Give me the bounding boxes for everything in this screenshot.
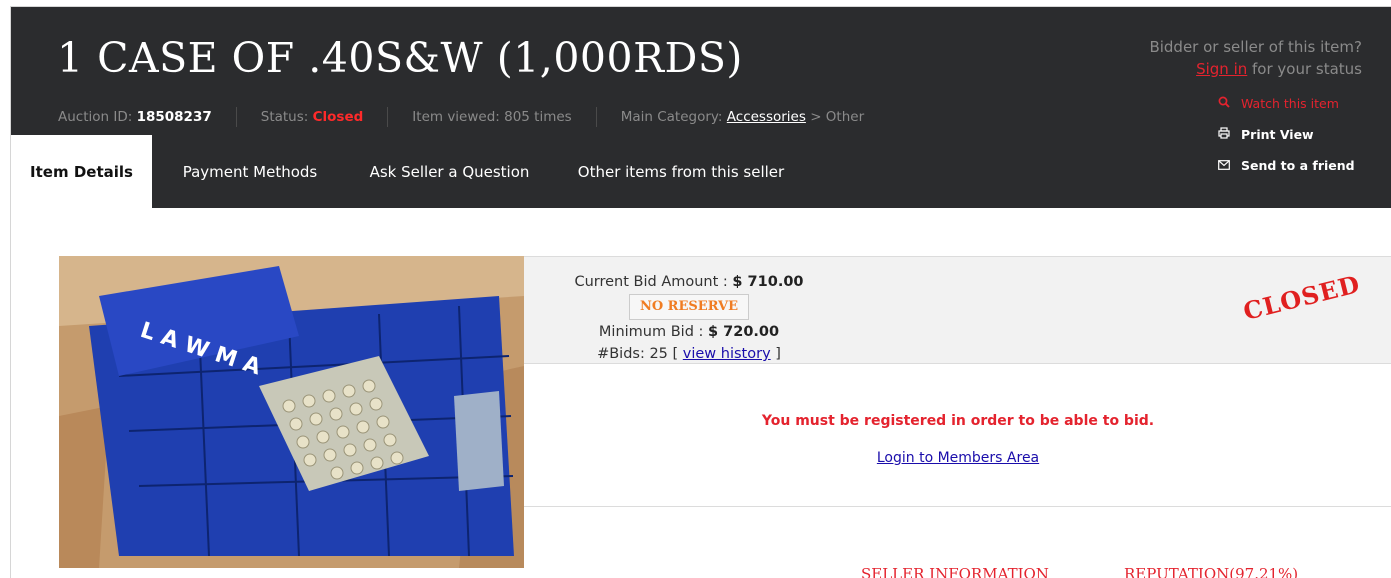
- category-link-accessories[interactable]: Accessories: [727, 109, 806, 125]
- item-tabs: Item Details Payment Methods Ask Seller …: [11, 135, 811, 208]
- send-to-friend-button[interactable]: Send to a friend: [1217, 155, 1355, 175]
- watch-item-button[interactable]: Watch this item: [1217, 93, 1355, 113]
- bid-count: #Bids: 25 [: [597, 346, 679, 362]
- sign-in-link[interactable]: Sign in: [1196, 60, 1247, 78]
- ammo-box-image: L A W M A: [59, 256, 524, 568]
- seller-information-heading: SELLER INFORMATION: [861, 565, 1049, 578]
- minimum-bid-label: Minimum Bid :: [598, 324, 704, 340]
- minimum-bid-value: $ 720.00: [708, 324, 780, 340]
- bid-summary-panel: Current Bid Amount : $ 710.00 NO RESERVE…: [524, 256, 1391, 364]
- send-to-friend-label: Send to a friend: [1241, 157, 1355, 173]
- status-badge: Closed: [312, 109, 364, 125]
- item-meta-bar: Auction ID: 18508237 Status: Closed Item…: [58, 107, 864, 127]
- registration-notice-panel: You must be registered in order to be ab…: [524, 363, 1391, 507]
- view-history-link[interactable]: view history: [683, 346, 771, 362]
- view-count: Item viewed: 805 times: [412, 109, 572, 125]
- status-prompt-text: Bidder or seller of this item?: [1149, 38, 1362, 56]
- reputation-heading: REPUTATION(97.21%): [1124, 565, 1299, 578]
- bid-summary: Current Bid Amount : $ 710.00 NO RESERVE…: [564, 271, 814, 365]
- search-icon: [1217, 96, 1231, 111]
- sign-in-rest: for your status: [1247, 60, 1362, 78]
- page-title: 1 CASE OF .40S&W (1,000RDS): [57, 34, 743, 82]
- login-row: Login to Members Area: [524, 450, 1391, 466]
- tab-item-details[interactable]: Item Details: [11, 135, 152, 208]
- registration-required-message: You must be registered in order to be ab…: [761, 413, 1155, 429]
- bid-count-close: ]: [775, 346, 781, 362]
- watch-item-label: Watch this item: [1241, 95, 1339, 111]
- divider: [235, 107, 237, 127]
- tab-payment-methods[interactable]: Payment Methods: [156, 135, 344, 208]
- divider: [387, 107, 389, 127]
- envelope-icon: [1217, 158, 1231, 173]
- printer-icon: [1217, 126, 1231, 142]
- seller-info-row: SELLER INFORMATION REPUTATION(97.21%): [524, 565, 1391, 578]
- item-actions: Watch this item Print View Send to a fri…: [1217, 93, 1355, 186]
- status-prompt-box: Bidder or seller of this item? Sign in f…: [1149, 36, 1362, 80]
- divider: [595, 107, 597, 127]
- item-photo[interactable]: L A W M A: [59, 256, 524, 568]
- print-view-button[interactable]: Print View: [1217, 124, 1355, 144]
- no-reserve-badge: NO RESERVE: [628, 294, 750, 320]
- item-header: 1 CASE OF .40S&W (1,000RDS) Auction ID: …: [11, 7, 1391, 208]
- category-breadcrumb-rest: > Other: [810, 109, 865, 125]
- page-frame: 1 CASE OF .40S&W (1,000RDS) Auction ID: …: [10, 6, 1391, 578]
- auction-id-label: Auction ID:: [58, 109, 133, 125]
- tab-ask-seller[interactable]: Ask Seller a Question: [348, 135, 551, 208]
- auction-id-value: 18508237: [136, 109, 212, 125]
- current-bid-value: $ 710.00: [732, 274, 804, 290]
- login-members-link[interactable]: Login to Members Area: [877, 450, 1039, 466]
- status-label: Status:: [260, 109, 309, 125]
- tab-other-items[interactable]: Other items from this seller: [555, 135, 807, 208]
- print-view-label: Print View: [1241, 126, 1314, 142]
- category-label: Main Category:: [620, 109, 723, 125]
- closed-stamp: CLOSED: [1240, 268, 1364, 327]
- current-bid-label: Current Bid Amount :: [574, 274, 728, 290]
